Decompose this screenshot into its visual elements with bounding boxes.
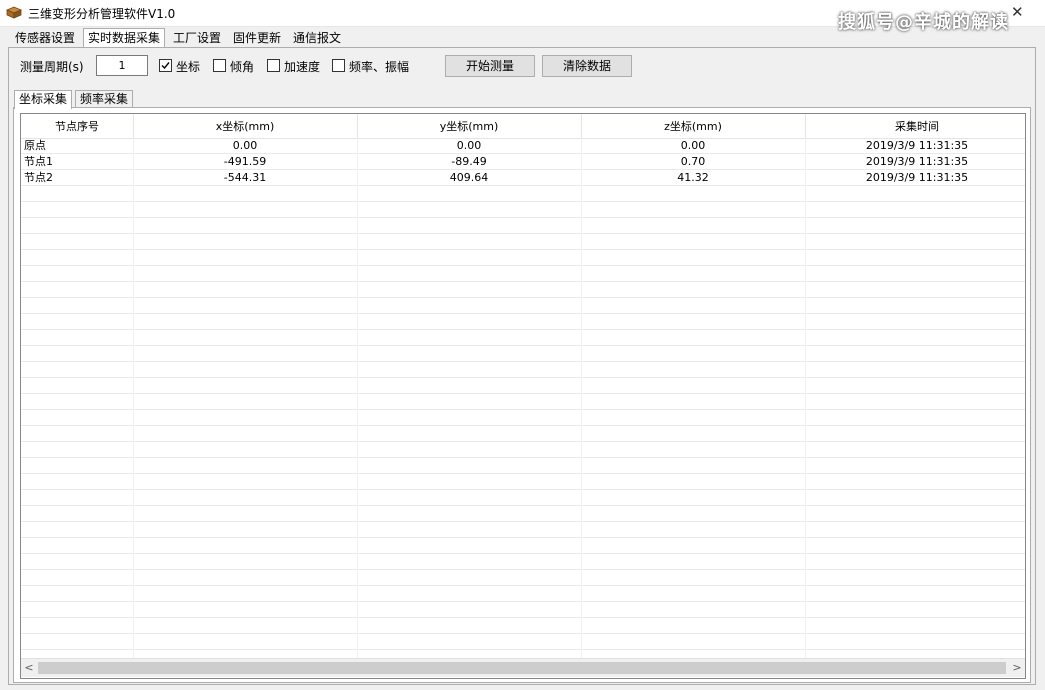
column-divider — [581, 138, 582, 658]
checkbox-inclination[interactable] — [213, 59, 226, 72]
column-divider — [357, 138, 358, 658]
column-header-x[interactable]: x坐标(mm) — [133, 114, 358, 138]
coordinate-tab-page: 节点序号 x坐标(mm) y坐标(mm) z坐标(mm) 采集时间 原点 0.0… — [13, 107, 1031, 683]
period-input[interactable]: 1 — [96, 55, 148, 76]
cell-y: 0.00 — [456, 139, 482, 152]
data-grid: 节点序号 x坐标(mm) y坐标(mm) z坐标(mm) 采集时间 原点 0.0… — [20, 113, 1026, 679]
realtime-acquisition-panel: 测量周期(s) 1 坐标 倾角 加速度 频率、振幅 开始测量 清除数据 坐标采集… — [8, 47, 1036, 685]
checkbox-acceleration[interactable] — [267, 59, 280, 72]
cell-node: 节点2 — [24, 171, 53, 184]
cell-node: 原点 — [24, 139, 46, 152]
clear-data-button[interactable]: 清除数据 — [542, 55, 632, 77]
column-header-y[interactable]: y坐标(mm) — [357, 114, 582, 138]
tab-comm-messages[interactable]: 通信报文 — [288, 28, 346, 48]
cell-z: 41.32 — [677, 171, 709, 184]
table-row[interactable]: 节点2 -544.31 409.64 41.32 2019/3/9 11:31:… — [21, 170, 1025, 186]
title-bar: 三维变形分析管理软件V1.0 搜狐号@辛城的解读 ✕ — [0, 0, 1045, 33]
scrollbar-thumb[interactable] — [38, 662, 1006, 674]
grid-header: 节点序号 x坐标(mm) y坐标(mm) z坐标(mm) 采集时间 — [21, 114, 1025, 139]
checkbox-inclination-label: 倾角 — [230, 60, 255, 74]
cell-time: 2019/3/9 11:31:35 — [865, 171, 969, 184]
tab-coordinate-acquisition[interactable]: 坐标采集 — [14, 90, 73, 109]
checkbox-coordinates-label: 坐标 — [176, 60, 201, 74]
column-header-node[interactable]: 节点序号 — [21, 114, 134, 138]
checkmark-icon — [161, 62, 170, 70]
window-title: 三维变形分析管理软件V1.0 — [28, 7, 176, 21]
cell-z: 0.00 — [680, 139, 706, 152]
column-header-z[interactable]: z坐标(mm) — [581, 114, 806, 138]
app-box-icon — [5, 6, 23, 19]
tab-frequency-acquisition[interactable]: 频率采集 — [75, 90, 134, 108]
tab-sensor-settings[interactable]: 传感器设置 — [10, 28, 80, 48]
cell-x: 0.00 — [232, 139, 258, 152]
column-divider — [133, 138, 134, 658]
table-row[interactable]: 原点 0.00 0.00 0.00 2019/3/9 11:31:35 — [21, 138, 1025, 154]
period-label: 测量周期(s) — [20, 60, 84, 74]
checkbox-frequency-amplitude[interactable] — [332, 59, 345, 72]
scroll-left-icon[interactable]: < — [23, 662, 35, 674]
cell-x: -544.31 — [223, 171, 267, 184]
tab-firmware-update[interactable]: 固件更新 — [228, 28, 286, 48]
tab-realtime-acquisition[interactable]: 实时数据采集 — [83, 28, 166, 48]
column-header-time[interactable]: 采集时间 — [805, 114, 1025, 138]
checkbox-frequency-amplitude-label: 频率、振幅 — [349, 60, 410, 74]
cell-time: 2019/3/9 11:31:35 — [865, 139, 969, 152]
column-divider — [805, 138, 806, 658]
horizontal-scrollbar[interactable]: < > — [21, 658, 1025, 677]
cell-z: 0.70 — [680, 155, 706, 168]
grid-body: 原点 0.00 0.00 0.00 2019/3/9 11:31:35 节点1 … — [21, 138, 1025, 658]
close-icon[interactable]: ✕ — [1011, 3, 1024, 21]
checkbox-coordinates[interactable] — [159, 59, 172, 72]
scroll-right-icon[interactable]: > — [1011, 662, 1023, 674]
checkbox-acceleration-label: 加速度 — [284, 60, 321, 74]
tab-factory-settings[interactable]: 工厂设置 — [168, 28, 226, 48]
table-row[interactable]: 节点1 -491.59 -89.49 0.70 2019/3/9 11:31:3… — [21, 154, 1025, 170]
start-measure-button[interactable]: 开始测量 — [445, 55, 535, 77]
cell-x: -491.59 — [223, 155, 267, 168]
cell-y: 409.64 — [449, 171, 489, 184]
cell-y: -89.49 — [451, 155, 487, 168]
cell-node: 节点1 — [24, 155, 53, 168]
cell-time: 2019/3/9 11:31:35 — [865, 155, 969, 168]
watermark-text: 搜狐号@辛城的解读 — [838, 12, 1009, 33]
